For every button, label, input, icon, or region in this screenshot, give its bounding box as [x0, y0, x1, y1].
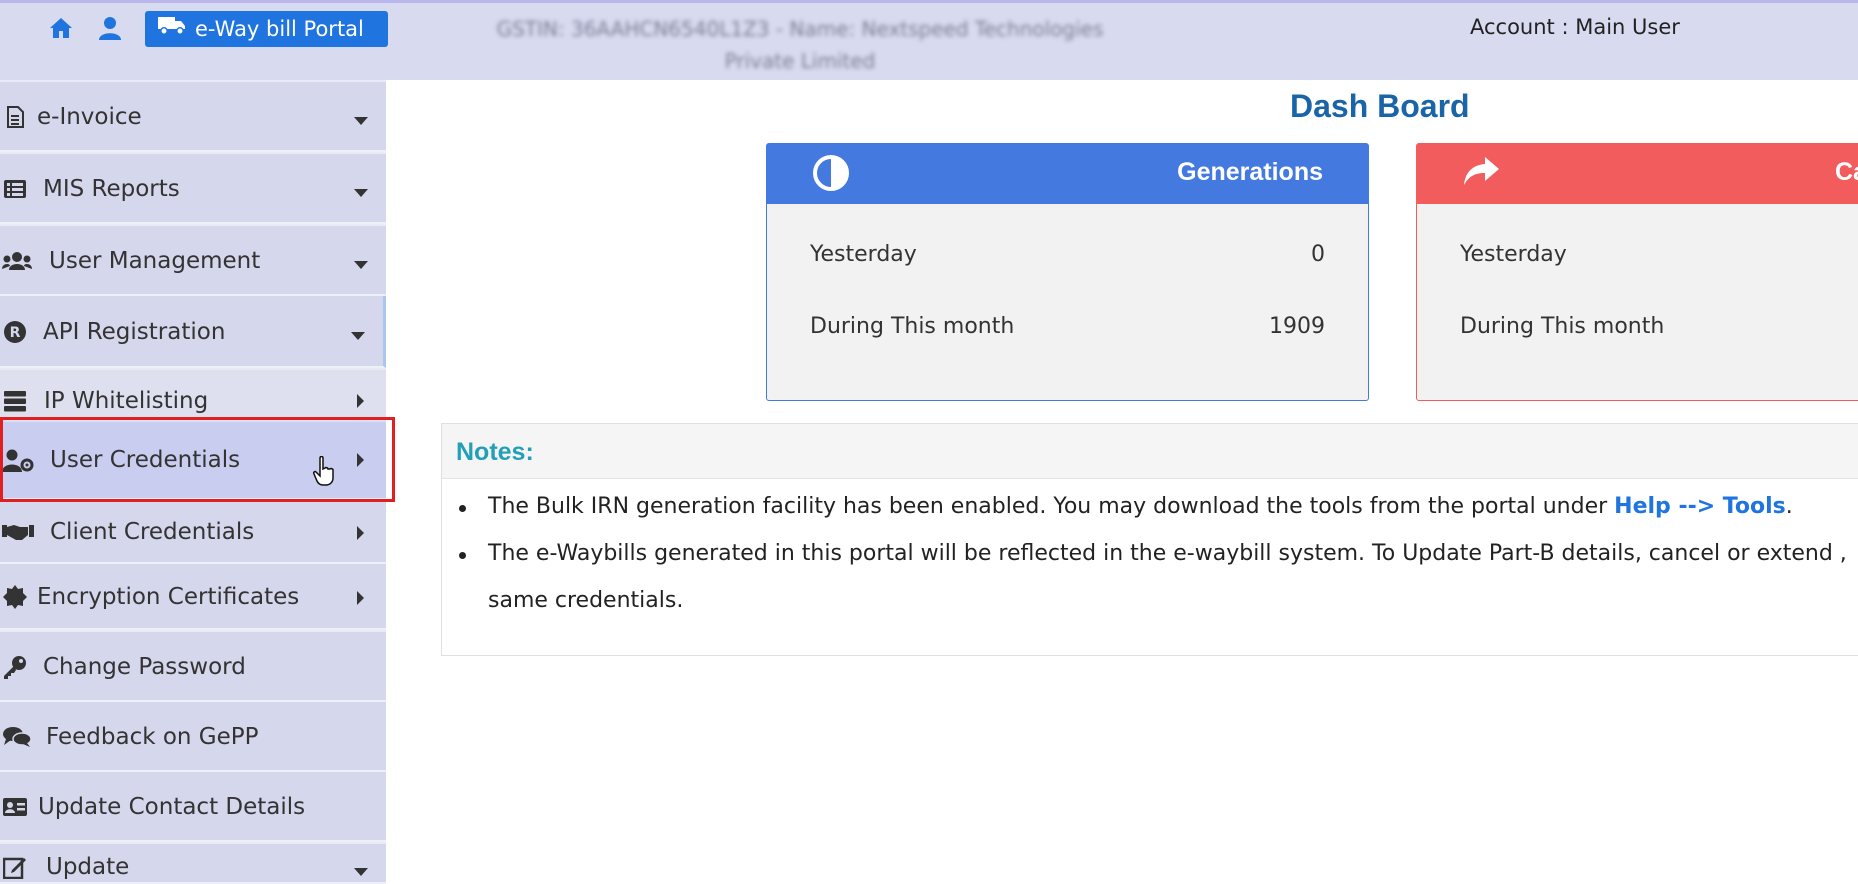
portal-button-label: e-Way bill Portal	[195, 17, 364, 41]
home-icon[interactable]	[48, 15, 74, 41]
sidebar-item-client-credentials[interactable]: Client Credentials	[0, 500, 386, 564]
sidebar-item-update-contact-details[interactable]: Update Contact Details	[0, 772, 386, 842]
card-row: Yesterday	[1460, 242, 1842, 267]
sidebar-item-update[interactable]: Update	[0, 844, 386, 884]
sidebar-item-label: Client Credentials	[50, 519, 255, 545]
sidebar: e-Invoice MIS Reports User Management R …	[0, 80, 386, 884]
user-cog-icon	[2, 448, 34, 474]
chevron-right-icon	[357, 394, 364, 408]
generations-card-title: Generations	[1177, 158, 1323, 186]
file-icon	[2, 104, 28, 130]
chevron-down-icon	[354, 117, 368, 125]
sidebar-item-label: Change Password	[43, 654, 246, 680]
users-icon	[2, 248, 32, 274]
card-row: During This month	[1460, 314, 1842, 339]
chevron-right-icon	[357, 526, 364, 540]
sidebar-item-label: IP Whitelisting	[44, 388, 209, 414]
server-icon	[2, 388, 28, 414]
card-row-label: Yesterday	[1460, 242, 1567, 267]
sidebar-item-mis-reports[interactable]: MIS Reports	[0, 154, 386, 224]
truck-icon	[157, 11, 187, 47]
card-row-label: During This month	[810, 314, 1015, 339]
sidebar-item-user-credentials[interactable]: User Credentials	[0, 422, 386, 500]
account-label: Account : Main User	[1470, 15, 1680, 39]
cancellations-card-title: Ca	[1835, 158, 1858, 186]
svg-text:R: R	[10, 325, 21, 341]
bullet-icon	[459, 552, 466, 559]
card-row-value: 0	[1311, 242, 1325, 267]
note-item-continuation: same credentials.	[488, 588, 683, 613]
sidebar-item-label: User Credentials	[50, 447, 241, 473]
card-row-label: Yesterday	[810, 242, 917, 267]
gstin-info: GSTIN: 36AAHCN6540L1Z3 - Name: Nextspeed…	[440, 13, 1160, 77]
card-row-value: 1909	[1269, 314, 1325, 339]
note-text: The Bulk IRN generation facility has bee…	[488, 494, 1615, 519]
chevron-right-icon	[357, 591, 364, 605]
sidebar-item-e-invoice[interactable]: e-Invoice	[0, 82, 386, 152]
sidebar-item-encryption-certificates[interactable]: Encryption Certificates	[0, 564, 386, 630]
hand-cursor-icon	[312, 455, 336, 492]
note-text: same credentials.	[488, 588, 684, 613]
generations-card: Generations Yesterday 0 During This mont…	[766, 143, 1369, 401]
share-arrow-icon	[1461, 154, 1501, 197]
gstin-line-2: Private Limited	[724, 49, 876, 73]
sidebar-item-label: Feedback on GePP	[46, 724, 259, 750]
chevron-down-icon	[354, 189, 368, 197]
sidebar-item-label: Update Contact Details	[38, 794, 306, 820]
top-bar: e-Way bill Portal GSTIN: 36AAHCN6540L1Z3…	[0, 0, 1858, 80]
bullet-icon	[459, 505, 466, 512]
generations-card-header: Generations	[767, 144, 1368, 204]
sidebar-item-api-registration[interactable]: R API Registration	[0, 296, 386, 368]
sidebar-item-label: Encryption Certificates	[37, 584, 300, 610]
registered-icon: R	[2, 319, 28, 345]
chevron-down-icon	[351, 332, 365, 340]
notes-title: Notes:	[456, 438, 534, 466]
sidebar-item-feedback-on-gepp[interactable]: Feedback on GePP	[0, 702, 386, 772]
card-row: During This month 1909	[810, 314, 1325, 339]
comments-icon	[2, 724, 32, 750]
sidebar-item-label: MIS Reports	[43, 176, 180, 202]
page-title: Dash Board	[1290, 88, 1470, 124]
notes-panel: Notes: The Bulk IRN generation facility …	[441, 423, 1858, 656]
sidebar-item-label: API Registration	[43, 319, 226, 345]
note-item: The Bulk IRN generation facility has bee…	[488, 494, 1793, 519]
id-card-icon	[2, 794, 28, 820]
note-item: The e-Waybills generated in this portal …	[488, 541, 1847, 566]
edit-icon	[2, 854, 28, 880]
certificate-icon	[2, 584, 28, 610]
chevron-right-icon	[357, 453, 364, 467]
chevron-down-icon	[354, 868, 368, 876]
notes-header: Notes:	[442, 424, 1858, 479]
adjust-icon	[812, 154, 850, 199]
sidebar-item-label: Update	[46, 854, 130, 880]
list-icon	[2, 176, 28, 202]
sidebar-item-label: e-Invoice	[37, 104, 142, 130]
user-icon[interactable]	[97, 15, 123, 41]
note-text: The e-Waybills generated in this portal …	[488, 541, 1847, 566]
cancellations-card: Ca Yesterday During This month	[1416, 143, 1858, 401]
sidebar-item-label: User Management	[49, 248, 261, 274]
gstin-line-1: GSTIN: 36AAHCN6540L1Z3 - Name: Nextspeed…	[496, 17, 1104, 41]
card-row-label: During This month	[1460, 314, 1665, 339]
cancellations-card-header: Ca	[1417, 144, 1858, 204]
eway-bill-portal-button[interactable]: e-Way bill Portal	[145, 11, 388, 47]
sidebar-item-change-password[interactable]: Change Password	[0, 632, 386, 702]
chevron-down-icon	[354, 261, 368, 269]
key-icon	[2, 654, 28, 680]
card-row: Yesterday 0	[810, 242, 1325, 267]
sidebar-item-user-management[interactable]: User Management	[0, 226, 386, 296]
handshake-icon	[2, 519, 34, 545]
help-tools-link[interactable]: Help --> Tools	[1614, 494, 1786, 519]
note-text-end: .	[1785, 494, 1793, 519]
